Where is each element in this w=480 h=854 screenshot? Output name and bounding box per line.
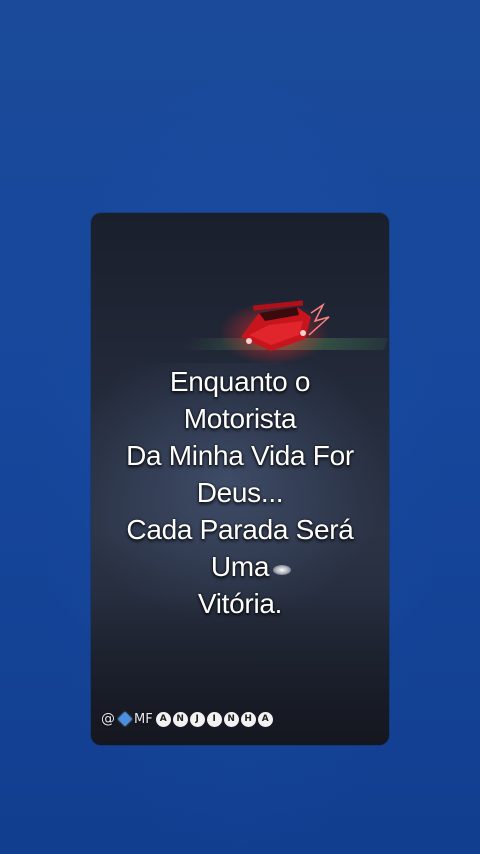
watermark-letter: H [240,711,256,727]
red-car-icon [219,300,330,365]
watermark-plain: MF [134,711,153,727]
creator-watermark: @ MF A N J I N H A [101,711,273,727]
caption-line: Cada Parada Será [126,514,354,545]
watermark-letter: N [172,711,188,727]
watermark-at: @ [101,711,115,727]
video-caption: Enquanto o Motorista Da Minha Vida For D… [91,363,389,622]
video-player[interactable]: Enquanto o Motorista Da Minha Vida For D… [91,213,389,745]
caption-line: Da Minha Vida For [126,440,354,471]
caption-line: Vitória. [197,588,283,619]
caption-line: Enquanto o [169,366,311,397]
watermark-letter: I [206,711,222,727]
caption-line: Deus... [196,477,284,508]
watermark-letter: J [189,711,205,727]
diamond-icon [117,711,133,727]
caption-line: Motorista [183,403,297,434]
caption-line: Uma [210,551,270,582]
watermark-letter: A [257,711,273,727]
watermark-letter: N [223,711,239,727]
watermark-letter: A [155,711,171,727]
